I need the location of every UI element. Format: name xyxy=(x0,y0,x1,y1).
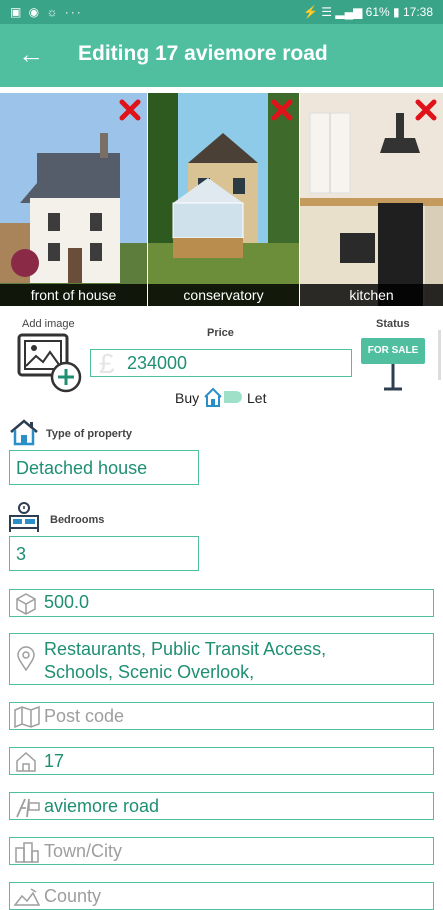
delete-photo-icon[interactable] xyxy=(271,99,293,121)
app-bar: ← Editing 17 aviemore road xyxy=(0,24,443,87)
pound-icon: £ xyxy=(99,348,115,379)
landscape-icon xyxy=(13,888,41,906)
amenities-line-2: Schools, Scenic Overlook, xyxy=(44,662,255,682)
bed-icon xyxy=(9,502,39,532)
add-image-icon[interactable] xyxy=(16,332,86,394)
back-arrow-icon[interactable]: ← xyxy=(18,40,44,68)
street-icon xyxy=(16,798,40,818)
street-value: aviemore road xyxy=(44,796,160,816)
street-input[interactable]: aviemore road xyxy=(9,792,434,820)
map-icon xyxy=(14,705,40,729)
kitchen-image xyxy=(300,93,443,306)
price-value: 234000 xyxy=(127,353,188,373)
clock: 17:38 xyxy=(402,5,433,19)
sign-post-icon xyxy=(384,364,402,391)
scrollbar[interactable] xyxy=(438,330,441,380)
delete-photo-icon[interactable] xyxy=(119,99,141,121)
location-pin-icon xyxy=(17,646,35,672)
add-image-label: Add image xyxy=(22,318,75,330)
page-title: Editing 17 aviemore road xyxy=(78,42,328,65)
county-input[interactable]: County xyxy=(9,882,434,910)
photo-caption: conservatory xyxy=(148,284,299,306)
photo-conservatory[interactable]: conservatory xyxy=(148,93,299,306)
amenities-line-1: Restaurants, Public Transit Access, xyxy=(44,639,327,659)
photo-caption: front of house xyxy=(0,284,147,306)
photo-gallery: front of house conservatory kitchen xyxy=(0,93,443,306)
notification-icons: ▣ ◉ ☼ ··· xyxy=(10,5,83,19)
status-right: ⚡ ☰ ▂▄▆ 61% ▮ 17:38 xyxy=(303,5,433,19)
home-toggle-icon xyxy=(202,386,224,408)
county-placeholder: County xyxy=(44,886,102,906)
house-icon xyxy=(10,419,38,446)
property-type-value: Detached house xyxy=(16,458,148,478)
battery-level: 61% xyxy=(365,5,390,19)
property-type-input[interactable]: Detached house xyxy=(9,450,199,485)
battery-icon: ▮ xyxy=(393,5,400,19)
status-label: Status xyxy=(376,318,410,330)
delete-photo-icon[interactable] xyxy=(415,99,437,121)
let-label: Let xyxy=(247,390,267,406)
amenities-input[interactable]: Restaurants, Public Transit Access, Scho… xyxy=(9,633,434,685)
buy-let-toggle[interactable] xyxy=(202,386,242,408)
house-front-image xyxy=(0,93,147,306)
bedrooms-value: 3 xyxy=(16,544,27,564)
house-number-input[interactable]: 17 xyxy=(9,747,434,775)
bedrooms-input[interactable]: 3 xyxy=(9,536,199,571)
home-icon xyxy=(16,751,36,772)
town-placeholder: Town/City xyxy=(44,841,123,861)
conservatory-image xyxy=(148,93,299,306)
buy-label: Buy xyxy=(175,390,200,406)
signal-icon: ⚡ ☰ ▂▄▆ xyxy=(302,5,366,19)
status-bar: ▣ ◉ ☼ ··· ⚡ ☰ ▂▄▆ 61% ▮ 17:38 xyxy=(0,0,443,24)
photo-caption: kitchen xyxy=(300,284,443,306)
postcode-placeholder: Post code xyxy=(44,706,125,726)
town-input[interactable]: Town/City xyxy=(9,837,434,865)
house-number-value: 17 xyxy=(44,751,65,771)
status-sign[interactable]: FOR SALE xyxy=(361,338,425,364)
area-value: 500.0 xyxy=(44,592,90,612)
price-label: Price xyxy=(207,327,234,339)
photo-kitchen[interactable]: kitchen xyxy=(300,93,443,306)
photo-front-of-house[interactable]: front of house xyxy=(0,93,147,306)
price-input[interactable]: £ 234000 xyxy=(90,348,352,379)
area-input[interactable]: 500.0 xyxy=(9,589,434,617)
property-type-label: Type of property xyxy=(46,428,132,440)
bedrooms-label: Bedrooms xyxy=(50,514,105,526)
cube-icon xyxy=(16,593,36,615)
postcode-input[interactable]: Post code xyxy=(9,702,434,730)
buildings-icon xyxy=(15,842,39,863)
